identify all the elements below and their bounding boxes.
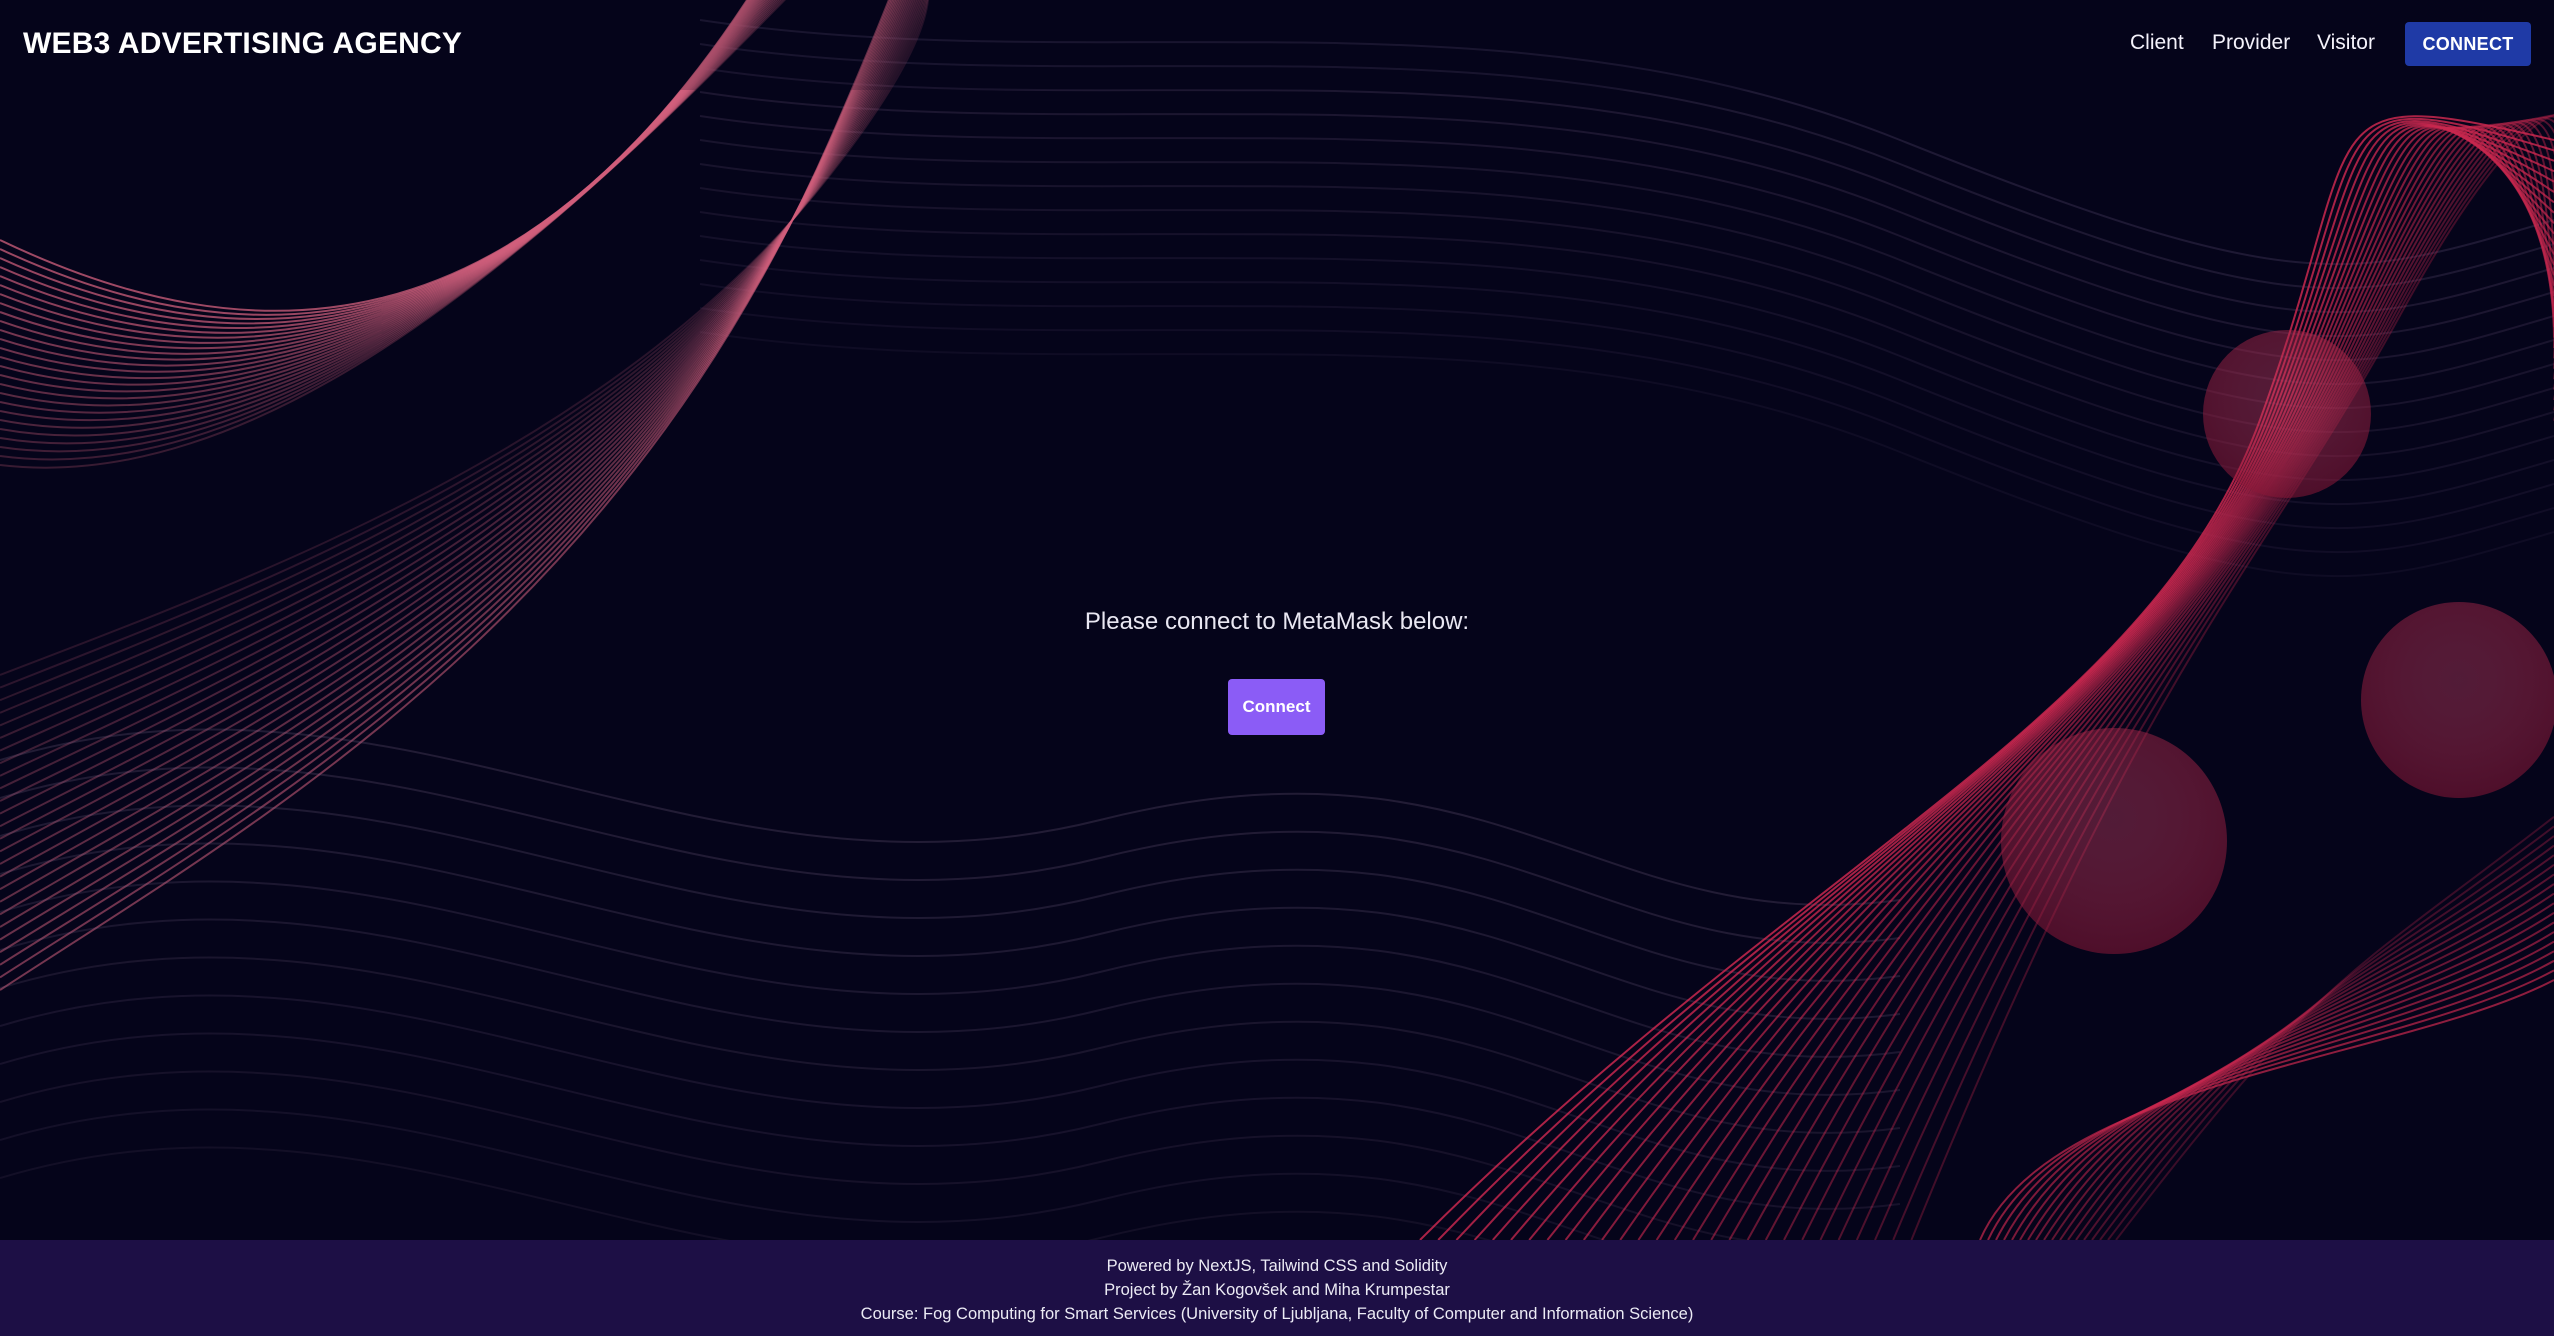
nav-link-provider[interactable]: Provider [2212, 31, 2290, 55]
wave-line-right-lower [1979, 979, 2554, 1240]
wave-line-left-lower [0, 0, 912, 828]
nav-link-visitor[interactable]: Visitor [2317, 31, 2375, 55]
footer-powered-by: Powered by NextJS, Tailwind CSS and Soli… [1106, 1257, 1448, 1275]
decorative-sphere-bottom [2001, 728, 2227, 954]
footer-project-authors: Project by Žan Kogovšek and Miha Krumpes… [1104, 1281, 1450, 1299]
wave-line-left-lower [0, 0, 927, 714]
wave-line-left-lower [0, 0, 916, 802]
header-connect-button[interactable]: CONNECT [2405, 22, 2531, 66]
wave-line-right-lower [2019, 931, 2554, 1240]
brand-title: WEB3 ADVERTISING AGENCY [23, 27, 463, 60]
wave-line-left-lower [0, 0, 914, 815]
wave-line-top [699, 67, 2554, 314]
wave-line-left-lower [0, 0, 921, 765]
landing-page: WEB3 ADVERTISING AGENCY Client Provider … [0, 0, 2554, 1336]
metamask-connect-button[interactable]: Connect [1228, 679, 1325, 735]
footer: Powered by NextJS, Tailwind CSS and Soli… [0, 1240, 2554, 1336]
wave-line-left-lower [0, 0, 893, 966]
top-navbar: WEB3 ADVERTISING AGENCY Client Provider … [0, 0, 2554, 90]
wave-line-left-lower [0, 0, 892, 979]
wave-line-right-lower [2035, 911, 2554, 1240]
wave-line-left-lower [0, 0, 907, 865]
nav-link-client[interactable]: Client [2130, 31, 2184, 55]
wave-line-right-lower [1995, 959, 2554, 1240]
wave-line-top [699, 115, 2554, 362]
wave-line-right-lower [2027, 921, 2554, 1240]
wave-line-left-lower [0, 0, 910, 840]
wave-line-left-lower [0, 0, 919, 777]
decorative-sphere-top [2203, 330, 2371, 498]
wave-line-bottom [0, 1070, 1751, 1240]
wave-line-top [699, 91, 2554, 338]
wave-line-left-lower [0, 0, 918, 790]
metamask-prompt: Please connect to MetaMask below: [1084, 608, 1470, 635]
wave-line-right-lower [2003, 950, 2554, 1240]
wave-line-bottom [0, 1146, 1492, 1240]
footer-course-info: Course: Fog Computing for Smart Services… [860, 1305, 1694, 1323]
